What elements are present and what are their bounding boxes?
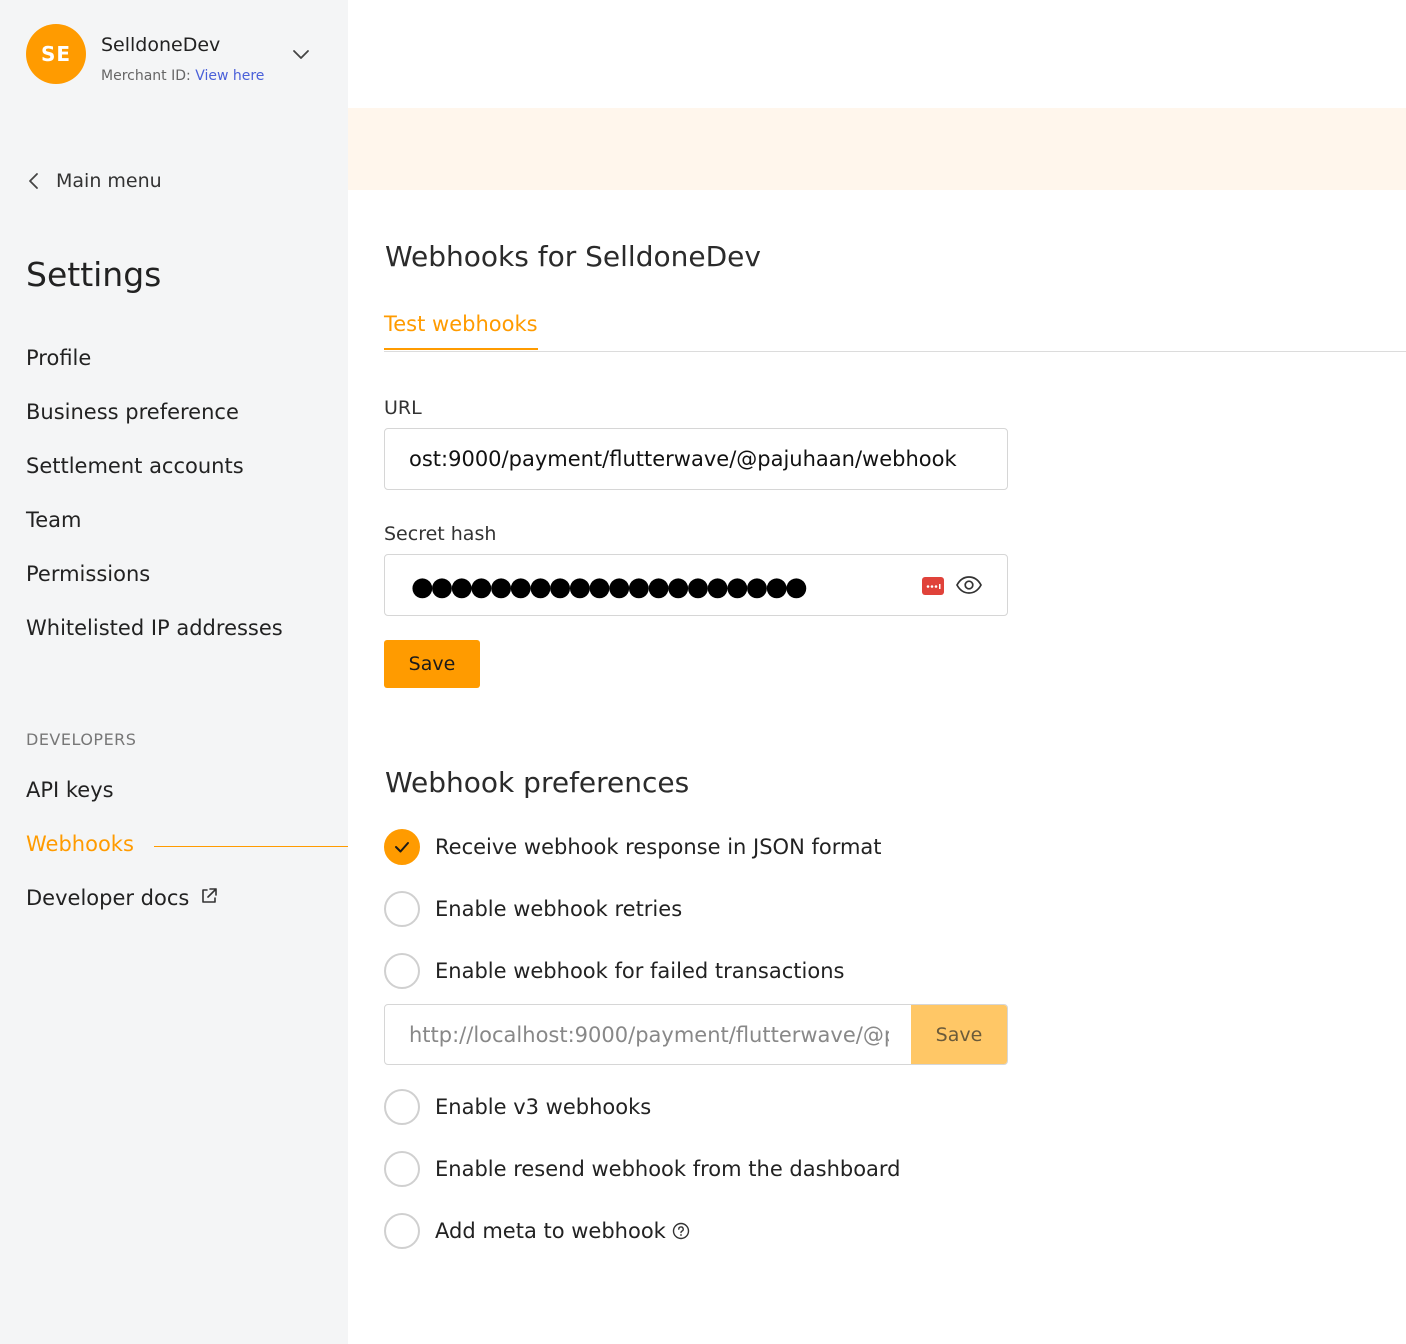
developers-heading: DEVELOPERS: [26, 730, 137, 749]
sidebar-item-whitelisted-ip[interactable]: Whitelisted IP addresses: [26, 616, 283, 640]
account-switcher[interactable]: SE SelldoneDev Merchant ID: View here: [26, 24, 326, 86]
pref-label: Enable v3 webhooks: [435, 1095, 652, 1119]
password-manager-icon[interactable]: [921, 574, 945, 598]
secret-hash-input[interactable]: ●●●●●●●●●●●●●●●●●●●●: [384, 554, 1008, 616]
sidebar-item-profile[interactable]: Profile: [26, 346, 91, 370]
url-field-wrapper: [384, 428, 1008, 490]
sidebar-item-api-keys[interactable]: API keys: [26, 778, 114, 802]
tabs-divider: [384, 351, 1406, 352]
sidebar-item-settlement-accounts[interactable]: Settlement accounts: [26, 454, 244, 478]
checkbox-failed-transactions[interactable]: [384, 953, 420, 989]
top-bar: [348, 0, 1406, 108]
sidebar-item-team[interactable]: Team: [26, 508, 82, 532]
merchant-id: Merchant ID: View here: [101, 68, 264, 84]
failed-webhook-url-row: Save: [384, 1004, 1008, 1065]
checkbox-json-format[interactable]: [384, 829, 420, 865]
webhook-preferences-title: Webhook preferences: [385, 766, 690, 799]
sidebar-item-permissions[interactable]: Permissions: [26, 562, 150, 586]
url-input[interactable]: [385, 429, 1007, 489]
merchant-id-view-link[interactable]: View here: [195, 68, 264, 84]
pref-add-meta[interactable]: Add meta to webhook: [384, 1213, 690, 1249]
chevron-down-icon[interactable]: [290, 44, 312, 66]
sidebar-item-webhooks[interactable]: Webhooks: [26, 832, 134, 856]
active-indicator: [154, 846, 348, 847]
developer-docs-label: Developer docs: [26, 886, 190, 910]
pref-failed-transactions[interactable]: Enable webhook for failed transactions: [384, 953, 844, 989]
pref-json-format[interactable]: Receive webhook response in JSON format: [384, 829, 882, 865]
pref-label: Enable resend webhook from the dashboard: [435, 1157, 901, 1181]
url-label: URL: [384, 397, 422, 419]
failed-webhook-url-input[interactable]: [385, 1005, 913, 1064]
webhooks-title: Webhooks for SelldoneDev: [385, 240, 761, 273]
eye-icon[interactable]: [955, 572, 983, 598]
pref-label: Enable webhook for failed transactions: [435, 959, 845, 983]
sidebar-item-developer-docs[interactable]: Developer docs: [26, 886, 219, 910]
help-icon[interactable]: [672, 1222, 690, 1240]
tab-test-webhooks[interactable]: Test webhooks: [384, 312, 538, 350]
checkbox-resend-webhook[interactable]: [384, 1151, 420, 1187]
check-icon: [395, 842, 409, 853]
pref-webhook-retries[interactable]: Enable webhook retries: [384, 891, 682, 927]
checkbox-v3-webhooks[interactable]: [384, 1089, 420, 1125]
checkbox-webhook-retries[interactable]: [384, 891, 420, 927]
pref-label-wrapper: Add meta to webhook: [435, 1219, 690, 1243]
pref-label: Receive webhook response in JSON format: [435, 835, 882, 859]
checkbox-add-meta[interactable]: [384, 1213, 420, 1249]
secret-hash-mask: ●●●●●●●●●●●●●●●●●●●●: [411, 572, 808, 602]
main-menu-label: Main menu: [56, 170, 162, 192]
pref-resend-webhook[interactable]: Enable resend webhook from the dashboard: [384, 1151, 901, 1187]
save-button[interactable]: Save: [384, 640, 480, 688]
avatar: SE: [26, 24, 86, 84]
main-menu-link[interactable]: Main menu: [26, 166, 162, 196]
account-name: SelldoneDev: [101, 34, 221, 56]
secret-hash-label: Secret hash: [384, 523, 497, 545]
failed-url-save-button[interactable]: Save: [911, 1005, 1007, 1064]
pref-label: Enable webhook retries: [435, 897, 683, 921]
sidebar-item-business-preference[interactable]: Business preference: [26, 400, 239, 424]
pref-label: Add meta to webhook: [435, 1219, 666, 1243]
merchant-id-label: Merchant ID:: [101, 68, 196, 84]
page-title: Settings: [26, 255, 162, 294]
pref-v3-webhooks[interactable]: Enable v3 webhooks: [384, 1089, 651, 1125]
external-link-icon: [202, 888, 218, 903]
sidebar: SE SelldoneDev Merchant ID: View here Ma…: [0, 0, 348, 1344]
notice-banner: [348, 108, 1406, 190]
chevron-left-icon: [29, 173, 38, 189]
